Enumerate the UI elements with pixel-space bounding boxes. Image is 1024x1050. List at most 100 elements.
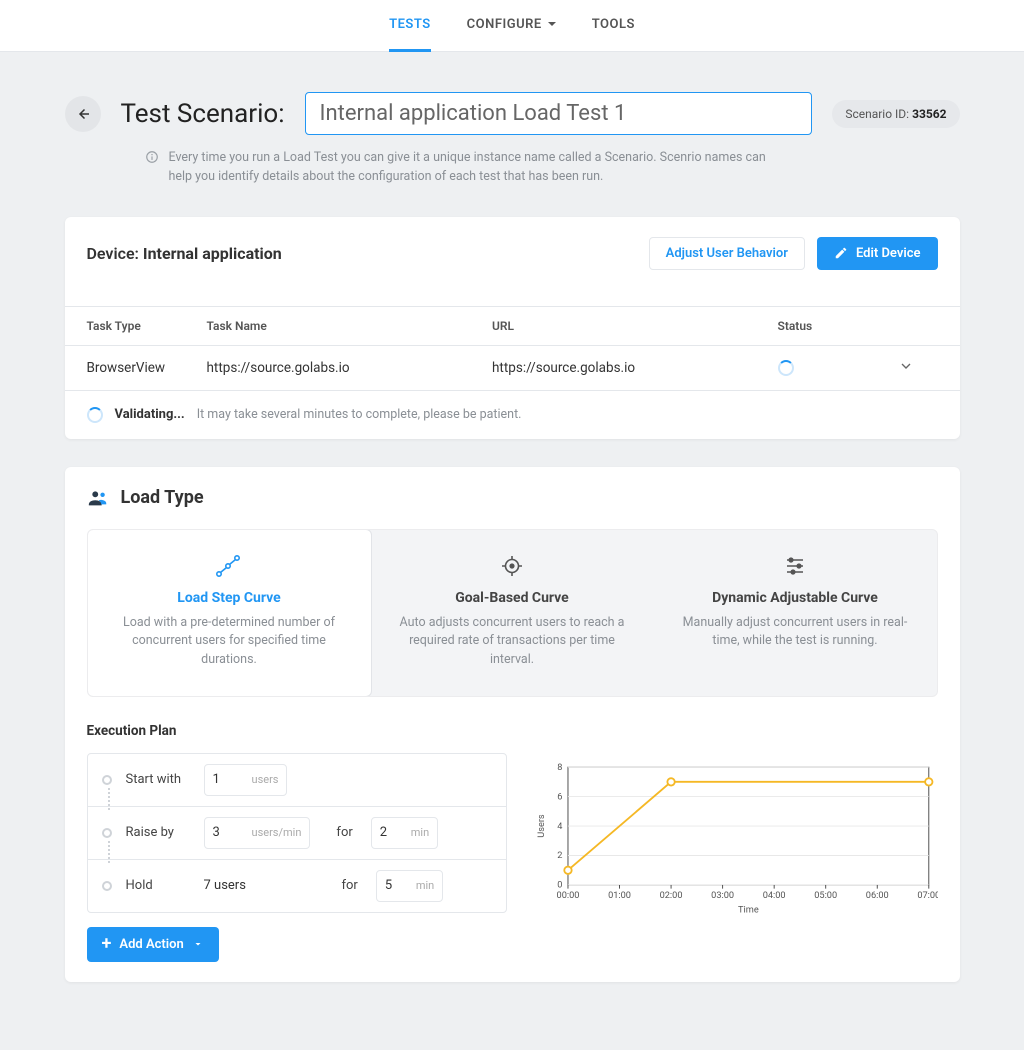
step-curve-icon <box>216 554 242 578</box>
chevron-down-icon <box>548 22 556 30</box>
load-type-dynamic[interactable]: Dynamic Adjustable Curve Manually adjust… <box>654 530 937 696</box>
svg-text:03:00: 03:00 <box>711 890 734 901</box>
load-type-heading-text: Load Type <box>121 487 204 508</box>
cell-task-name: https://source.golabs.io <box>207 360 493 376</box>
load-type-heading: Load Type <box>87 487 938 509</box>
th-task-name: Task Name <box>207 319 493 333</box>
edit-device-button[interactable]: Edit Device <box>817 237 938 270</box>
scenario-id-value: 33562 <box>912 107 946 121</box>
row-expand-button[interactable] <box>898 358 938 378</box>
svg-text:8: 8 <box>557 762 562 773</box>
device-table: Task Type Task Name URL Status BrowserVi… <box>65 306 960 439</box>
svg-text:04:00: 04:00 <box>762 890 785 901</box>
hold-for-unit: min <box>407 879 442 892</box>
edit-device-label: Edit Device <box>856 246 921 261</box>
top-nav: TESTS CONFIGURE TOOLS <box>0 0 1024 52</box>
pencil-icon <box>834 246 848 260</box>
load-type-step-title: Load Step Curve <box>106 590 353 606</box>
load-type-step-desc: Load with a pre-determined number of con… <box>106 614 353 670</box>
info-icon <box>145 150 159 164</box>
load-type-step-curve[interactable]: Load Step Curve Load with a pre-determin… <box>87 529 372 697</box>
device-card: Device: Internal application Adjust User… <box>65 217 960 439</box>
cell-url: https://source.golabs.io <box>492 360 778 376</box>
nav-tab-configure[interactable]: CONFIGURE <box>467 0 556 52</box>
svg-text:07:00: 07:00 <box>917 890 938 901</box>
execution-plan: Start with users Raise by users/mi <box>87 753 507 913</box>
add-action-label: Add Action <box>119 937 183 952</box>
scenario-id-label: Scenario ID: <box>845 107 912 121</box>
hold-for-label: for <box>342 878 358 893</box>
svg-text:05:00: 05:00 <box>814 890 837 901</box>
cell-task-type: BrowserView <box>87 360 207 376</box>
device-label: Device: Internal application <box>87 244 282 263</box>
load-type-goal-desc: Auto adjusts concurrent users to reach a… <box>389 614 636 670</box>
nav-tab-tests[interactable]: TESTS <box>389 0 431 52</box>
scenario-name-input[interactable] <box>305 92 813 135</box>
validating-label: Validating... <box>115 407 185 422</box>
plan-raise-label: Raise by <box>126 825 190 840</box>
load-type-card: Load Type Load Step Curve Load with a pr… <box>65 467 960 982</box>
table-row: BrowserView https://source.golabs.io htt… <box>65 345 960 390</box>
plan-start-label: Start with <box>126 772 190 787</box>
back-button[interactable] <box>65 96 101 132</box>
validating-row: Validating... It may take several minute… <box>65 390 960 439</box>
sliders-icon <box>783 554 807 578</box>
target-icon <box>500 554 524 578</box>
start-users-input-wrap: users <box>204 764 288 796</box>
raise-for-input[interactable] <box>372 825 402 840</box>
load-type-dynamic-desc: Manually adjust concurrent users in real… <box>672 614 919 652</box>
svg-text:00:00: 00:00 <box>556 890 579 901</box>
nav-tab-tools[interactable]: TOOLS <box>592 0 635 52</box>
page-title: Test Scenario: <box>121 99 285 129</box>
hint-row: Every time you run a Load Test you can g… <box>145 149 785 187</box>
svg-text:2: 2 <box>557 850 562 861</box>
status-spinner-icon <box>778 360 794 376</box>
bullet-icon <box>102 775 112 785</box>
svg-text:Time: Time <box>738 904 759 915</box>
load-type-options: Load Step Curve Load with a pre-determin… <box>87 529 938 697</box>
start-users-unit: users <box>243 773 287 786</box>
svg-text:01:00: 01:00 <box>608 890 631 901</box>
raise-for-unit: min <box>402 826 437 839</box>
plan-hold-label: Hold <box>126 878 190 893</box>
load-type-goal-based[interactable]: Goal-Based Curve Auto adjusts concurrent… <box>371 530 654 696</box>
hold-for-input-wrap: min <box>376 870 443 902</box>
th-task-type: Task Type <box>87 319 207 333</box>
execution-plan-heading: Execution Plan <box>87 723 938 739</box>
th-status: Status <box>778 319 898 333</box>
svg-text:Users: Users <box>536 814 547 838</box>
chevron-down-icon <box>898 358 914 374</box>
scenario-id-chip: Scenario ID: 33562 <box>832 100 959 128</box>
svg-text:06:00: 06:00 <box>865 890 888 901</box>
raise-for-input-wrap: min <box>371 817 438 849</box>
users-over-time-chart: 0246800:0001:0002:0003:0004:0005:0006:00… <box>533 753 938 923</box>
bullet-icon <box>102 828 112 838</box>
validating-spinner-icon <box>87 407 103 423</box>
adjust-user-behavior-button[interactable]: Adjust User Behavior <box>649 237 805 270</box>
arrow-left-icon <box>74 105 92 123</box>
raise-users-input-wrap: users/min <box>204 817 311 849</box>
device-label-prefix: Device: <box>87 244 143 263</box>
raise-users-input[interactable] <box>205 825 243 840</box>
load-type-goal-title: Goal-Based Curve <box>389 590 636 606</box>
th-url: URL <box>492 319 778 333</box>
plan-row-raise: Raise by users/min for min <box>88 807 506 860</box>
svg-text:6: 6 <box>557 791 562 802</box>
title-bar: Test Scenario: Scenario ID: 33562 <box>65 92 960 135</box>
svg-text:02:00: 02:00 <box>659 890 682 901</box>
svg-text:4: 4 <box>557 821 562 832</box>
plan-row-hold: Hold 7 users for min <box>88 860 506 912</box>
validating-hint: It may take several minutes to complete,… <box>197 407 522 422</box>
add-action-button[interactable]: + Add Action <box>87 927 219 962</box>
users-icon <box>87 487 109 509</box>
hold-computed: 7 users <box>204 878 316 893</box>
hint-text: Every time you run a Load Test you can g… <box>169 149 785 187</box>
plan-row-start: Start with users <box>88 754 506 807</box>
device-name: Internal application <box>143 244 282 263</box>
bullet-icon <box>102 881 112 891</box>
chevron-down-icon <box>192 938 204 950</box>
execution-chart: 0246800:0001:0002:0003:0004:0005:0006:00… <box>533 753 938 923</box>
hold-for-input[interactable] <box>377 878 407 893</box>
start-users-input[interactable] <box>205 772 243 787</box>
table-header: Task Type Task Name URL Status <box>65 307 960 345</box>
